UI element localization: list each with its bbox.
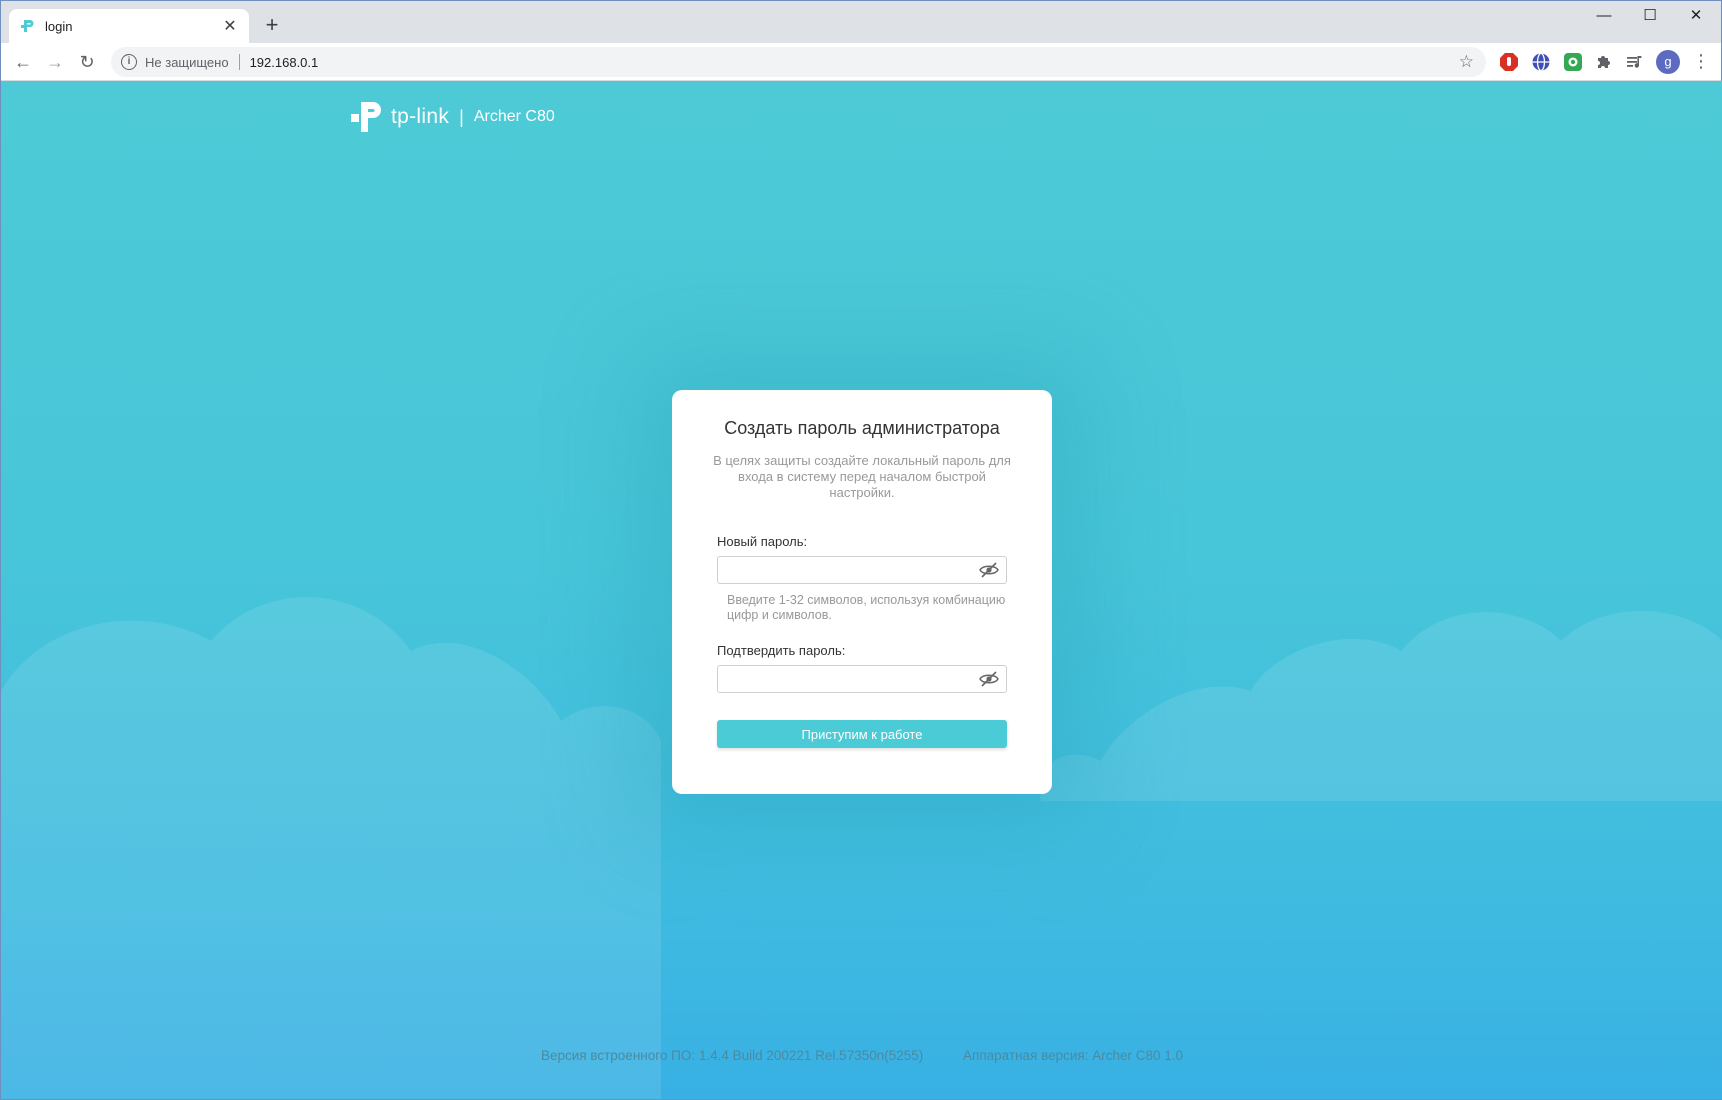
extensions-puzzle-icon[interactable] (1594, 52, 1614, 72)
maximize-button[interactable]: ☐ (1627, 1, 1673, 31)
new-password-field: Новый пароль: Введите 1-32 символов, исп… (717, 534, 1007, 623)
reload-button[interactable]: ↻ (73, 48, 101, 76)
camera-extension-icon[interactable] (1563, 52, 1583, 72)
model-name: Archer C80 (473, 108, 555, 125)
url-text[interactable]: 192.168.0.1 (250, 55, 1459, 70)
password-hint: Введите 1-32 символов, используя комбина… (727, 593, 1006, 622)
globe-extension-icon[interactable] (1531, 52, 1551, 72)
form-title: Создать пароль администратора (724, 418, 1000, 438)
new-password-label: Новый пароль: (717, 534, 808, 549)
brand-name: tp-link (391, 105, 450, 128)
confirm-password-box (717, 665, 1007, 693)
media-queue-icon[interactable] (1625, 52, 1645, 72)
new-password-input[interactable] (718, 557, 968, 583)
bookmark-star-icon[interactable]: ☆ (1459, 52, 1474, 72)
browser-toolbar: ← → ↻ i Не защищено 192.168.0.1 ☆ g ⋮ (1, 43, 1721, 81)
address-bar[interactable]: i Не защищено 192.168.0.1 ☆ (111, 47, 1486, 77)
tab-close-icon[interactable]: ✕ (221, 16, 239, 36)
back-button[interactable]: ← (9, 48, 37, 76)
footer: Версия встроенного ПО: 1.4.4 Build 20022… (1, 1048, 1722, 1063)
form-description: В целях защиты создайте локальный пароль… (713, 453, 1011, 500)
browser-window: login ✕ + — ☐ ✕ ← → ↻ i Не защищено 192.… (0, 0, 1722, 1100)
new-tab-button[interactable]: + (259, 13, 285, 39)
create-password-card: Создать пароль администратора В целях за… (672, 390, 1052, 794)
show-password-eye-icon[interactable] (979, 562, 999, 578)
forward-button[interactable]: → (41, 48, 69, 76)
confirm-password-label: Подтвердить пароль: (717, 643, 846, 658)
profile-avatar[interactable]: g (1656, 50, 1680, 74)
browser-menu-icon[interactable]: ⋮ (1691, 50, 1711, 74)
minimize-button[interactable]: — (1581, 1, 1627, 31)
adblock-extension-icon[interactable] (1499, 52, 1519, 72)
security-label: Не защищено (145, 54, 229, 70)
new-password-box (717, 556, 1007, 584)
firmware-version: Версия встроенного ПО: 1.4.4 Build 20022… (540, 1048, 924, 1063)
hardware-version: Аппаратная версия: Archer C80 1.0 (963, 1048, 1184, 1063)
confirm-password-input[interactable] (718, 666, 968, 692)
brand-separator: | (459, 106, 464, 127)
tplink-favicon-icon (21, 20, 34, 32)
address-separator (238, 54, 240, 70)
tplink-brand: tp-link | Archer C80 (349, 99, 555, 135)
confirm-password-field: Подтвердить пароль: (717, 643, 1007, 693)
tplink-logo-icon (351, 102, 381, 132)
tab-title: login (45, 18, 73, 34)
tab-strip: login ✕ + — ☐ ✕ (1, 1, 1721, 43)
close-window-button[interactable]: ✕ (1673, 1, 1719, 31)
browser-tab[interactable]: login ✕ (9, 9, 249, 43)
show-confirm-password-eye-icon[interactable] (979, 671, 999, 687)
router-login-page: tp-link | Archer C80 Создать пароль адми… (1, 81, 1722, 1099)
info-icon[interactable]: i (121, 54, 137, 70)
get-started-button[interactable]: Приступим к работе (717, 720, 1007, 748)
